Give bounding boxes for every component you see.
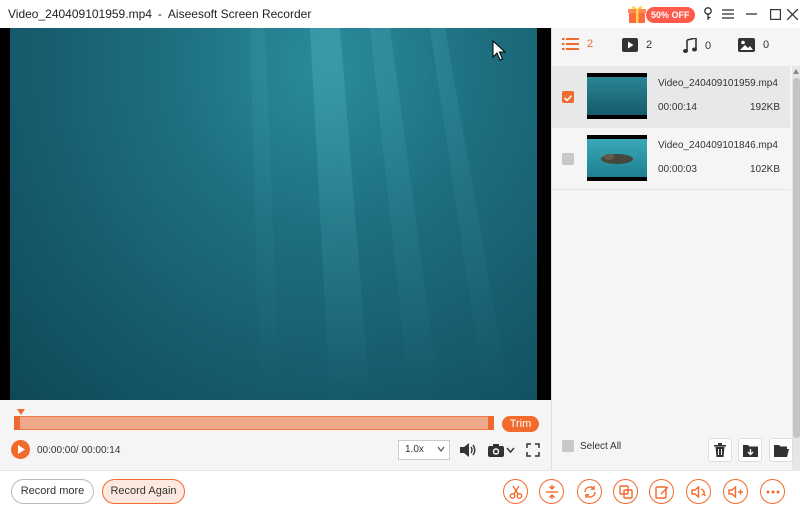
item-checkbox[interactable] [562, 153, 574, 165]
merge-tool-button[interactable] [539, 479, 564, 504]
scissors-icon [509, 485, 522, 499]
image-icon [738, 38, 755, 52]
video-thumbnail [587, 135, 647, 181]
timeline-controls: Trim 00:00:00/ 00:00:14 1.0x [0, 400, 551, 470]
app-window: Video_240409101959.mp4- Aiseesoft Screen … [0, 0, 800, 514]
trim-track[interactable] [14, 409, 494, 430]
more-tools-button[interactable] [760, 479, 785, 504]
file-name: Video_240409101959.mp4 [658, 78, 778, 89]
recordings-list: Video_240409101959.mp4 00:00:14 192KB Vi… [552, 66, 790, 190]
title-file-name: Video_240409101959.mp4 [8, 7, 152, 21]
edit-metadata-button[interactable] [649, 479, 674, 504]
list-item[interactable]: Video_240409101959.mp4 00:00:14 192KB [552, 66, 790, 128]
media-type-tabs: 2 2 0 0 [552, 28, 800, 66]
title-separator: - [157, 7, 162, 21]
tab-image[interactable]: 0 [738, 38, 769, 52]
file-name: Video_240409101846.mp4 [658, 140, 778, 151]
record-more-button[interactable]: Record more [11, 479, 94, 504]
trim-tool-button[interactable] [503, 479, 528, 504]
volume-boost-button[interactable] [723, 479, 748, 504]
more-icon [766, 490, 779, 493]
merge-icon [545, 484, 558, 499]
open-folder-button[interactable] [769, 438, 793, 462]
play-icon [17, 445, 25, 454]
promo-badge[interactable]: 50% OFF [626, 3, 695, 25]
volume-boost-icon [727, 484, 743, 499]
copy-icon [618, 484, 633, 499]
video-frame[interactable] [10, 28, 537, 400]
rotate-icon [583, 485, 596, 498]
speed-select[interactable]: 1.0x [398, 440, 450, 460]
menu-icon[interactable] [718, 4, 738, 24]
audio-convert-button[interactable] [686, 479, 711, 504]
playback-time: 00:00:00/ 00:00:14 [37, 445, 121, 456]
tab-all[interactable]: 2 [562, 38, 593, 50]
video-thumbnail [587, 73, 647, 119]
chevron-down-icon [437, 446, 445, 452]
light-rays [250, 28, 510, 400]
play-button[interactable] [11, 440, 30, 459]
file-duration: 00:00:14 [658, 102, 697, 113]
select-all-label: Select All [580, 440, 622, 452]
key-icon[interactable] [698, 4, 718, 24]
trim-start-handle[interactable] [14, 416, 20, 430]
mouse-cursor-icon [492, 39, 507, 67]
scrollbar-thumb[interactable] [793, 78, 800, 438]
item-checkbox[interactable] [562, 91, 574, 103]
select-all-checkbox[interactable]: Select All [562, 440, 621, 452]
tab-audio[interactable]: 0 [683, 38, 711, 53]
folder-export-icon [742, 445, 758, 457]
music-note-icon [683, 38, 697, 53]
record-again-button[interactable]: Record Again [102, 479, 185, 504]
recordings-panel: 2 2 0 0 Video_240409101959.mp4 00:00:14 … [551, 28, 800, 470]
close-icon[interactable] [782, 4, 800, 24]
volume-icon[interactable] [458, 440, 478, 460]
video-preview-area [0, 28, 551, 400]
checkmark-icon [563, 94, 573, 102]
fullscreen-icon[interactable] [523, 440, 543, 460]
tab-audio-count: 0 [705, 39, 712, 52]
file-size: 192KB [749, 102, 780, 113]
scroll-up-icon[interactable] [793, 69, 799, 74]
trim-button[interactable]: Trim [502, 416, 539, 432]
compress-tool-button[interactable] [613, 479, 638, 504]
edit-icon [654, 485, 668, 499]
speed-value: 1.0x [405, 444, 424, 455]
list-scrollbar[interactable] [792, 66, 800, 470]
tab-video-count: 2 [646, 39, 653, 51]
bottom-toolbar: Record more Record Again [0, 470, 800, 514]
list-item[interactable]: Video_240409101846.mp4 00:00:03 102KB [552, 128, 790, 190]
tab-image-count: 0 [763, 39, 770, 51]
folder-icon [773, 444, 789, 457]
promo-label: 50% OFF [646, 7, 695, 23]
trim-end-handle[interactable] [488, 416, 494, 430]
title-bar: Video_240409101959.mp4- Aiseesoft Screen … [0, 0, 800, 28]
file-size: 102KB [749, 164, 780, 175]
title-app-name: Aiseesoft Screen Recorder [167, 7, 312, 21]
rotate-tool-button[interactable] [577, 479, 602, 504]
export-button[interactable] [738, 438, 762, 462]
tab-all-count: 2 [587, 38, 594, 50]
gift-icon [626, 3, 648, 25]
audio-convert-icon [690, 484, 706, 499]
file-duration: 00:00:03 [658, 164, 697, 175]
list-icon [562, 38, 579, 50]
tab-video[interactable]: 2 [622, 38, 652, 52]
video-play-icon [622, 38, 638, 52]
window-title: Video_240409101959.mp4- Aiseesoft Screen … [8, 7, 311, 21]
delete-button[interactable] [708, 438, 732, 462]
playhead-marker[interactable] [17, 409, 25, 415]
snapshot-chevron-down-icon[interactable] [503, 440, 517, 460]
select-all-box[interactable] [562, 440, 574, 452]
trash-icon [714, 443, 726, 457]
minimize-icon[interactable] [741, 4, 761, 24]
